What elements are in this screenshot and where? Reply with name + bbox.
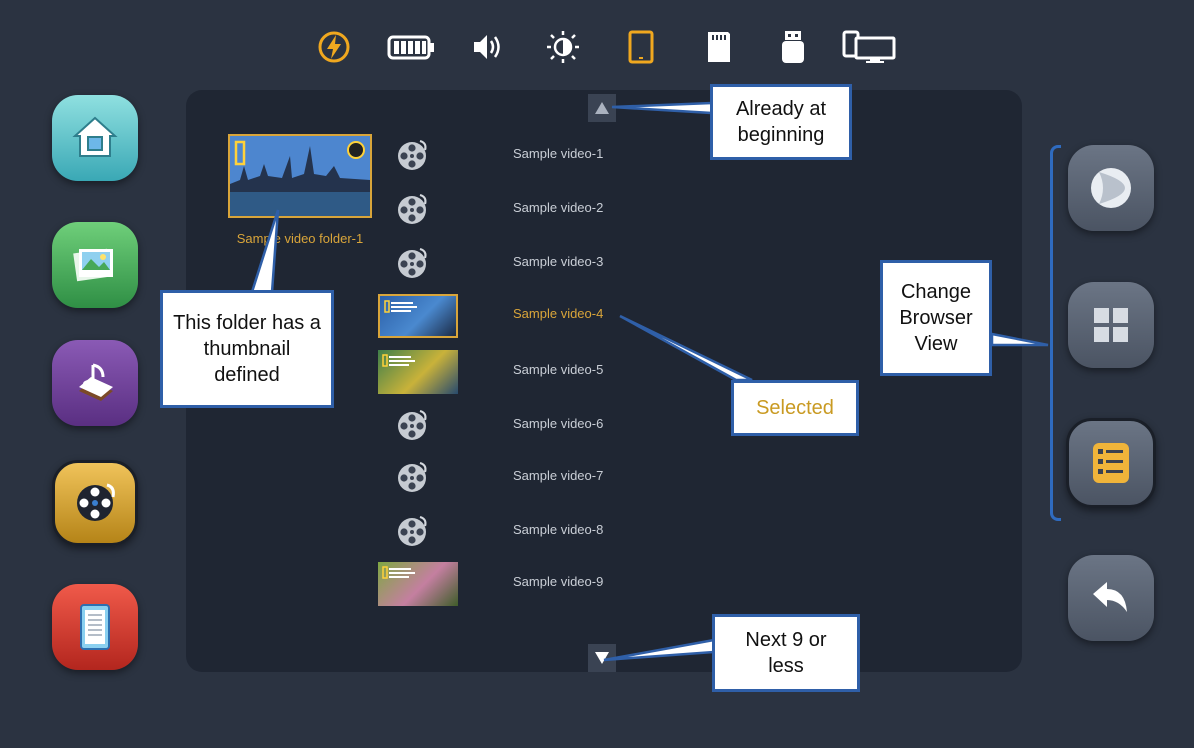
triangle-up-icon [595, 102, 609, 114]
charging-icon [317, 30, 351, 64]
film-reel-icon [396, 460, 430, 494]
list-item-label: Sample video-1 [513, 146, 604, 161]
list-item-label: Sample video-4 [513, 306, 604, 321]
callout-beginning: Already at beginning [710, 84, 852, 160]
play-icon [1091, 168, 1131, 208]
callout-thumbnail: This folder has a thumbnail defined [160, 290, 334, 408]
view-group-bracket [1050, 145, 1061, 521]
folder-caption: Sample video folder-1 [236, 231, 364, 246]
list-item[interactable]: Sample video-2 [378, 188, 878, 228]
back-button[interactable] [1068, 555, 1154, 641]
battery-icon [386, 30, 436, 64]
list-view-button[interactable] [1066, 418, 1156, 508]
film-reel-icon [396, 246, 430, 280]
list-item-label: Sample video-8 [513, 522, 604, 537]
brightness-icon [546, 30, 580, 64]
list-item[interactable]: Sample video-3 [378, 242, 878, 282]
tablet-icon[interactable] [624, 30, 658, 64]
list-item[interactable]: Sample video-7 [378, 456, 878, 496]
list-icon [1093, 443, 1129, 483]
grid-view-button[interactable] [1068, 282, 1154, 368]
home-button[interactable] [52, 95, 138, 181]
list-item-label: Sample video-9 [513, 574, 604, 589]
film-reel-icon [396, 514, 430, 548]
video-thumbnail [378, 350, 458, 394]
film-reel-icon [396, 408, 430, 442]
list-item[interactable]: Sample video-4 [378, 294, 878, 338]
folder-thumbnail[interactable] [228, 134, 372, 218]
grid-icon [1094, 308, 1128, 342]
callout-next: Next 9 or less [712, 614, 860, 692]
list-item-label: Sample video-3 [513, 254, 604, 269]
usb-drive-icon[interactable] [776, 30, 810, 64]
callout-selected: Selected [731, 380, 859, 436]
volume-icon [470, 30, 504, 64]
play-view-button[interactable] [1068, 145, 1154, 231]
list-item-label: Sample video-7 [513, 468, 604, 483]
film-reel-icon [77, 483, 115, 521]
callout-browser-view: Change Browser View [880, 260, 992, 376]
film-reel-icon [396, 192, 430, 226]
list-item-label: Sample video-2 [513, 200, 604, 215]
gallery-icon [73, 248, 113, 282]
triangle-down-icon [595, 652, 609, 664]
scroll-down-button[interactable] [588, 644, 616, 672]
scroll-up-button[interactable] [588, 94, 616, 122]
list-item-label: Sample video-6 [513, 416, 604, 431]
back-arrow-icon [1093, 582, 1127, 612]
list-item[interactable]: Sample video-9 [378, 562, 878, 606]
home-icon [72, 116, 118, 157]
screen-mirror-icon[interactable] [842, 30, 898, 64]
music-icon [79, 363, 113, 401]
list-item-label: Sample video-5 [513, 362, 604, 377]
sd-card-icon[interactable] [702, 30, 736, 64]
documents-button[interactable] [52, 584, 138, 670]
list-item[interactable]: Sample video-8 [378, 510, 878, 550]
film-reel-icon [396, 138, 430, 172]
video-thumbnail [378, 562, 458, 606]
gallery-button[interactable] [52, 222, 138, 308]
music-button[interactable] [52, 340, 138, 426]
video-button[interactable] [52, 460, 138, 546]
video-thumbnail [378, 294, 458, 338]
document-icon [80, 604, 110, 650]
